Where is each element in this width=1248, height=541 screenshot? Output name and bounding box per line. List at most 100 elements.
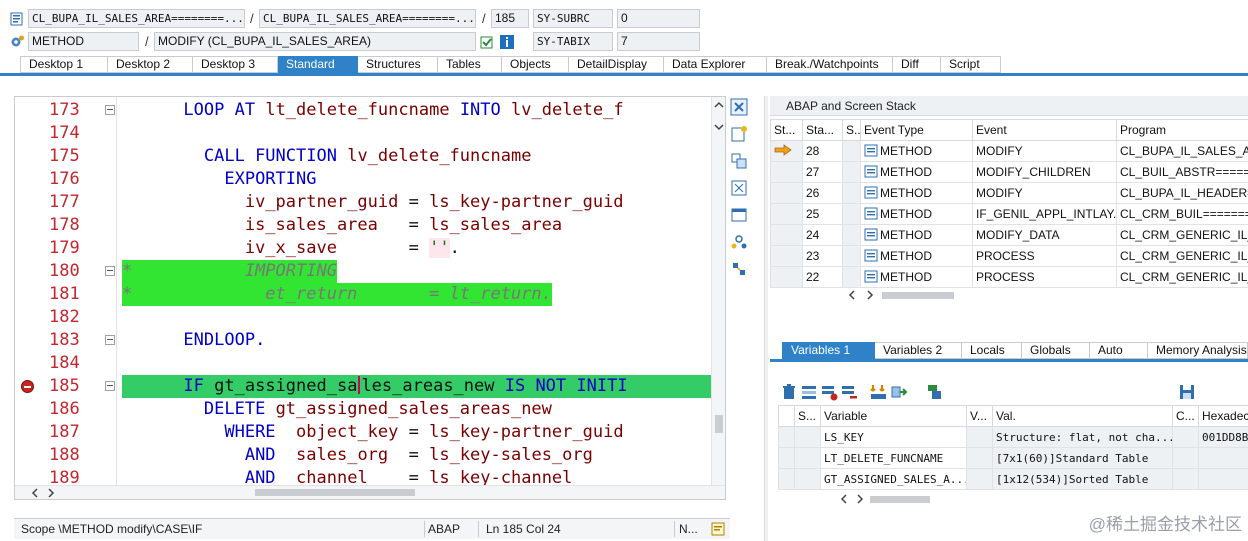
scroll-right-icon[interactable] xyxy=(864,289,876,301)
insert-row-icon[interactable] xyxy=(800,383,818,401)
col-status[interactable]: St... xyxy=(770,119,803,141)
col-stack-level[interactable]: Sta... xyxy=(802,119,843,141)
variable-row[interactable]: GT_ASSIGNED_SALES_A... [1x12(534)]Sorted… xyxy=(778,468,1248,490)
scroll-thumb[interactable] xyxy=(715,415,723,433)
variable-row[interactable]: LT_DELETE_FUNCNAME [7x1(60)]Standard Tab… xyxy=(778,447,1248,469)
tab-objects[interactable]: Objects xyxy=(502,56,569,73)
tab-data-explorer[interactable]: Data Explorer xyxy=(664,56,767,73)
scroll-right-icon[interactable] xyxy=(45,487,57,499)
stack-horizontal-scrollbar[interactable] xyxy=(842,288,962,302)
code-line[interactable]: 178 is_sales_area = ls_sales_area xyxy=(15,214,725,237)
code-line[interactable]: 176 EXPORTING xyxy=(15,168,725,191)
col-value[interactable]: Val. xyxy=(992,405,1173,427)
scroll-thumb[interactable] xyxy=(870,496,930,503)
tab-auto[interactable]: Auto xyxy=(1090,342,1148,359)
pane-splitter[interactable] xyxy=(764,96,768,541)
scroll-up-icon[interactable] xyxy=(713,99,725,111)
tab-desktop-1[interactable]: Desktop 1 xyxy=(20,56,108,73)
col-program[interactable]: Program xyxy=(1116,119,1248,141)
code-line-comment[interactable]: 180 * IMPORTING xyxy=(15,260,725,283)
col-s[interactable]: S... xyxy=(842,119,861,141)
stack-row[interactable]: 22 METHOD PROCESS CL_CRM_GENERIC_IL_N xyxy=(770,266,1248,288)
col-event[interactable]: Event xyxy=(972,119,1117,141)
code-line[interactable]: 186 DELETE gt_assigned_sales_areas_new xyxy=(15,398,725,421)
tab-detail-display[interactable]: DetailDisplay xyxy=(569,56,664,73)
code-line-current[interactable]: 185 IF gt_assigned_sa les_areas_new IS NO… xyxy=(15,375,725,398)
stack-row[interactable]: 26 METHOD MODIFY CL_BUPA_IL_HEADER== xyxy=(770,182,1248,204)
tab-standard[interactable]: Standard xyxy=(278,56,358,73)
new-tool-icon[interactable] xyxy=(730,125,748,143)
fold-toggle-icon[interactable] xyxy=(105,266,115,276)
expand-all-icon[interactable] xyxy=(870,383,888,401)
code-line[interactable]: 173 LOOP AT lt_delete_funcname INTO lv_d… xyxy=(15,99,725,122)
code-line[interactable]: 184 xyxy=(15,352,725,375)
scroll-thumb[interactable] xyxy=(255,489,415,496)
event-name-field[interactable]: MODIFY (CL_BUPA_IL_SALES_AREA) xyxy=(154,32,476,51)
stack-row[interactable]: 23 METHOD PROCESS CL_CRM_GENERIC_IL_N xyxy=(770,245,1248,267)
variable-name-input[interactable]: LT_DELETE_FUNCNAME xyxy=(820,447,967,469)
stack-row[interactable]: 28 METHOD MODIFY CL_BUPA_IL_SALES_AR xyxy=(770,140,1248,162)
tab-desktop-3[interactable]: Desktop 3 xyxy=(193,56,278,73)
col-c[interactable]: C... xyxy=(1172,405,1199,427)
tab-globals[interactable]: Globals xyxy=(1022,342,1090,359)
editor-horizontal-scrollbar[interactable] xyxy=(15,485,725,499)
delete-icon[interactable] xyxy=(780,383,798,401)
fold-toggle-icon[interactable] xyxy=(105,105,115,115)
variable-value[interactable]: [7x1(60)]Standard Table xyxy=(992,447,1173,469)
tab-diff[interactable]: Diff xyxy=(893,56,941,73)
code-line[interactable]: 183 ENDLOOP. xyxy=(15,329,725,352)
code-line-comment[interactable]: 181 * et_return = lt_return. xyxy=(15,283,725,306)
info-icon[interactable] xyxy=(499,34,515,50)
variable-name-input[interactable]: LS_KEY xyxy=(820,426,967,448)
swap-tool-icon[interactable] xyxy=(730,152,748,170)
stack-row[interactable]: 25 METHOD IF_GENIL_APPL_INTLAY... CL_CRM… xyxy=(770,203,1248,225)
tab-tables[interactable]: Tables xyxy=(438,56,502,73)
code-line[interactable]: 187 WHERE object_key = ls_key-partner_gu… xyxy=(15,421,725,444)
filter-tool-icon[interactable] xyxy=(926,383,944,401)
append-row-icon[interactable] xyxy=(820,383,838,401)
move-icon[interactable] xyxy=(890,383,908,401)
include-name-field[interactable]: CL_BUPA_IL_SALES_AREA========... xyxy=(259,9,476,28)
variables-horizontal-scrollbar[interactable] xyxy=(836,492,936,506)
scroll-right-icon[interactable] xyxy=(854,493,866,505)
program-name-field[interactable]: CL_BUPA_IL_SALES_AREA========... xyxy=(28,9,245,28)
variable-value[interactable]: [1x12(534)]Sorted Table xyxy=(992,468,1173,490)
tab-desktop-2[interactable]: Desktop 2 xyxy=(108,56,193,73)
tab-locals[interactable]: Locals xyxy=(962,342,1022,359)
line-number-field[interactable]: 185 xyxy=(491,9,529,28)
col-v[interactable]: V... xyxy=(966,405,993,427)
variable-name-input[interactable]: GT_ASSIGNED_SALES_A... xyxy=(820,468,967,490)
fold-toggle-icon[interactable] xyxy=(105,335,115,345)
tab-variables-2[interactable]: Variables 2 xyxy=(875,342,962,359)
code-line[interactable]: 188 AND sales_org = ls_key-sales_org xyxy=(15,444,725,467)
save-icon[interactable] xyxy=(1178,383,1196,401)
close-editor-icon[interactable] xyxy=(730,98,748,116)
scroll-left-icon[interactable] xyxy=(29,487,41,499)
scroll-left-icon[interactable] xyxy=(846,289,858,301)
display-source-icon[interactable] xyxy=(479,34,495,50)
code-line[interactable]: 182 xyxy=(15,306,725,329)
code-line[interactable]: 177 iv_partner_guid = ls_key-partner_gui… xyxy=(15,191,725,214)
sy-subrc-value[interactable]: 0 xyxy=(617,9,700,28)
sy-tabix-value[interactable]: 7 xyxy=(617,32,700,51)
event-type-field[interactable]: METHOD xyxy=(28,32,139,51)
col-variable[interactable]: Variable xyxy=(820,405,967,427)
col-s[interactable]: S... xyxy=(794,405,821,427)
tab-structures[interactable]: Structures xyxy=(358,56,438,73)
variable-row[interactable]: LS_KEY Structure: flat, not cha... 001DD… xyxy=(778,426,1248,448)
variable-value[interactable]: Structure: flat, not cha... xyxy=(992,426,1173,448)
tab-memory-analysis[interactable]: Memory Analysis xyxy=(1148,342,1248,359)
services-icon[interactable] xyxy=(730,233,748,251)
tab-variables-1[interactable]: Variables 1 xyxy=(782,342,875,359)
scroll-down-icon[interactable] xyxy=(713,121,725,133)
col-hexadecimal[interactable]: Hexadec xyxy=(1198,405,1248,427)
remove-row-icon[interactable] xyxy=(840,383,858,401)
tab-script[interactable]: Script xyxy=(941,56,1001,73)
scroll-left-icon[interactable] xyxy=(838,493,850,505)
breakpoint-stop-icon[interactable] xyxy=(21,380,34,393)
scroll-thumb[interactable] xyxy=(882,292,954,299)
code-line[interactable]: 174 xyxy=(15,122,725,145)
editor-vertical-scrollbar[interactable] xyxy=(711,97,725,485)
col-event-type[interactable]: Event Type xyxy=(860,119,973,141)
edit-mode-icon[interactable] xyxy=(711,522,725,536)
